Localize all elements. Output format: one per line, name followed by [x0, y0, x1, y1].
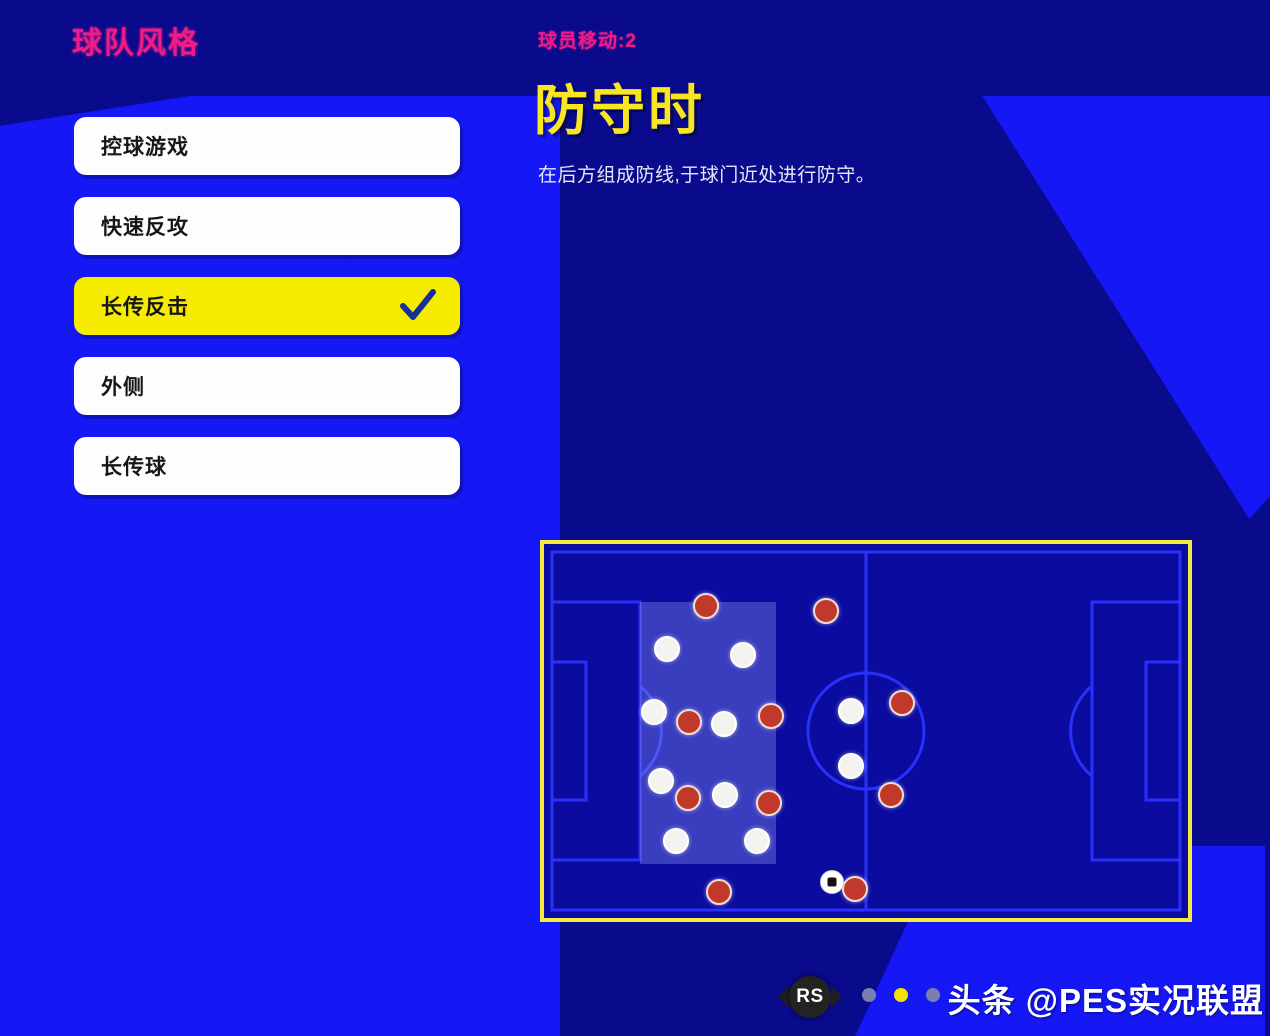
page-indicator-dots[interactable] — [862, 988, 940, 1002]
style-option-4[interactable]: 长传球 — [74, 437, 460, 495]
style-option-label: 长传反击 — [101, 296, 189, 319]
player-dot-white — [838, 698, 864, 724]
section-description: 在后方组成防线,于球门近处进行防守。 — [538, 165, 876, 186]
pitch-diagram — [540, 540, 1192, 922]
chevron-left-icon[interactable] — [778, 986, 789, 1008]
right-stick-indicator[interactable]: RS — [778, 976, 842, 1018]
style-option-0[interactable]: 控球游戏 — [74, 117, 460, 175]
player-dot-red — [675, 785, 701, 811]
player-dot-white — [641, 699, 667, 725]
style-option-label: 外侧 — [101, 376, 145, 399]
player-dot-white — [730, 642, 756, 668]
rs-button[interactable]: RS — [789, 976, 831, 1018]
player-dot-red — [758, 703, 784, 729]
player-dot-white — [712, 782, 738, 808]
player-dot-red — [706, 879, 732, 905]
player-dot-white — [711, 711, 737, 737]
player-dot-red — [842, 876, 868, 902]
team-style-list: 控球游戏快速反攻长传反击外侧长传球 — [74, 117, 460, 517]
style-option-1[interactable]: 快速反攻 — [74, 197, 460, 255]
page-dot-1[interactable] — [894, 988, 908, 1002]
player-dot-white — [838, 753, 864, 779]
watermark-label: 头条 @PES实况联盟 — [947, 982, 1264, 1019]
player-dot-red — [676, 709, 702, 735]
style-option-label: 控球游戏 — [101, 136, 189, 159]
style-option-3[interactable]: 外侧 — [74, 357, 460, 415]
page-dot-2[interactable] — [926, 988, 940, 1002]
footer-bar: RS 头条 @PES实况联盟 — [770, 966, 1270, 1026]
player-dot-red — [889, 690, 915, 716]
style-option-2[interactable]: 长传反击 — [74, 277, 460, 335]
style-option-label: 长传球 — [101, 456, 167, 479]
player-dot-white — [663, 828, 689, 854]
player-dot-red — [878, 782, 904, 808]
chevron-right-icon[interactable] — [831, 986, 842, 1008]
player-dot-red — [693, 593, 719, 619]
game-screen: 球队风格 控球游戏快速反攻长传反击外侧长传球 球员移动:2 防守时 在后方组成防… — [0, 0, 1270, 1036]
player-dot-red — [813, 598, 839, 624]
check-icon — [400, 289, 436, 320]
player-dot-white — [654, 636, 680, 662]
soccer-ball-icon — [820, 870, 844, 894]
player-dot-white — [648, 768, 674, 794]
section-heading: 防守时 — [534, 81, 705, 141]
player-dot-white — [744, 828, 770, 854]
style-option-label: 快速反攻 — [101, 216, 189, 239]
player-movement-label: 球员移动:2 — [538, 31, 637, 52]
page-dot-0[interactable] — [862, 988, 876, 1002]
page-title: 球队风格 — [72, 27, 200, 60]
player-dot-red — [756, 790, 782, 816]
